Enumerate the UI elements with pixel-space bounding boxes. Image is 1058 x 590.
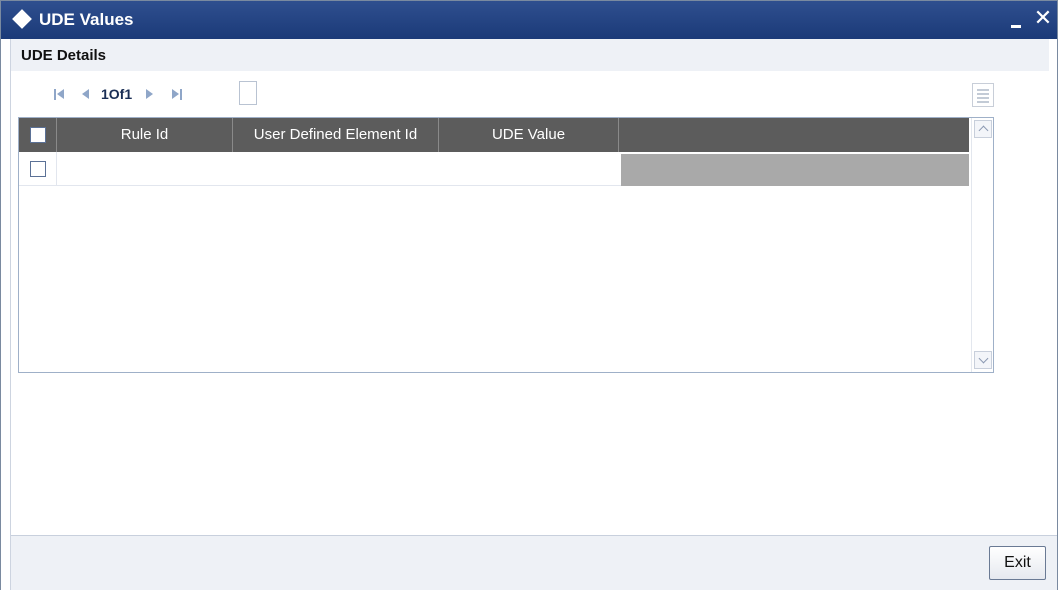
- column-header-filler: [619, 118, 969, 152]
- header-select-all: [19, 118, 57, 152]
- next-page-button[interactable]: [145, 81, 155, 107]
- row-filler-cell: [621, 154, 969, 186]
- close-button[interactable]: ✕: [1031, 5, 1055, 31]
- cell-ude-value[interactable]: [439, 152, 619, 186]
- diamond-icon: [12, 9, 32, 29]
- column-header-rule-id[interactable]: Rule Id: [57, 118, 233, 152]
- exit-button[interactable]: Exit: [989, 546, 1046, 580]
- column-header-ude-value[interactable]: UDE Value: [439, 118, 619, 152]
- first-page-icon: [54, 89, 56, 100]
- ude-values-window: UDE Values ✕ UDE Details 1Of1 Rule Id Us…: [0, 0, 1058, 590]
- select-all-checkbox[interactable]: [30, 127, 46, 143]
- minimize-icon: [1011, 25, 1021, 28]
- row-select-cell: [19, 152, 57, 186]
- section-title: UDE Details: [21, 47, 107, 64]
- title-bar: UDE Values ✕: [1, 1, 1057, 39]
- window-title: UDE Values: [39, 10, 134, 29]
- cell-rule-id[interactable]: [57, 152, 233, 186]
- section-header: UDE Details: [11, 39, 1049, 71]
- chevron-up-icon: [978, 125, 989, 136]
- chevron-down-icon: [978, 353, 989, 364]
- left-rail: [1, 39, 11, 590]
- vertical-scrollbar[interactable]: [971, 118, 993, 372]
- last-page-button[interactable]: [171, 81, 185, 107]
- first-page-button[interactable]: [53, 81, 67, 107]
- row-checkbox[interactable]: [30, 161, 46, 177]
- page-indicator: 1Of1: [101, 86, 133, 102]
- prev-page-icon: [82, 89, 89, 99]
- footer-bar: Exit: [11, 535, 1057, 590]
- ude-details-grid: Rule Id User Defined Element Id UDE Valu…: [18, 117, 994, 373]
- next-page-icon: [146, 89, 153, 99]
- column-header-ude-id[interactable]: User Defined Element Id: [233, 118, 439, 152]
- scroll-up-button[interactable]: [974, 120, 992, 138]
- grid-header: Rule Id User Defined Element Id UDE Valu…: [19, 118, 969, 152]
- scroll-down-button[interactable]: [974, 351, 992, 369]
- last-page-icon: [172, 89, 179, 99]
- table-row[interactable]: [19, 152, 969, 186]
- cell-ude-id[interactable]: [233, 152, 439, 186]
- prev-page-button[interactable]: [81, 81, 91, 107]
- grid-view-icon[interactable]: [972, 83, 994, 107]
- page-number-input[interactable]: [239, 81, 257, 105]
- minimize-button[interactable]: [1006, 8, 1028, 30]
